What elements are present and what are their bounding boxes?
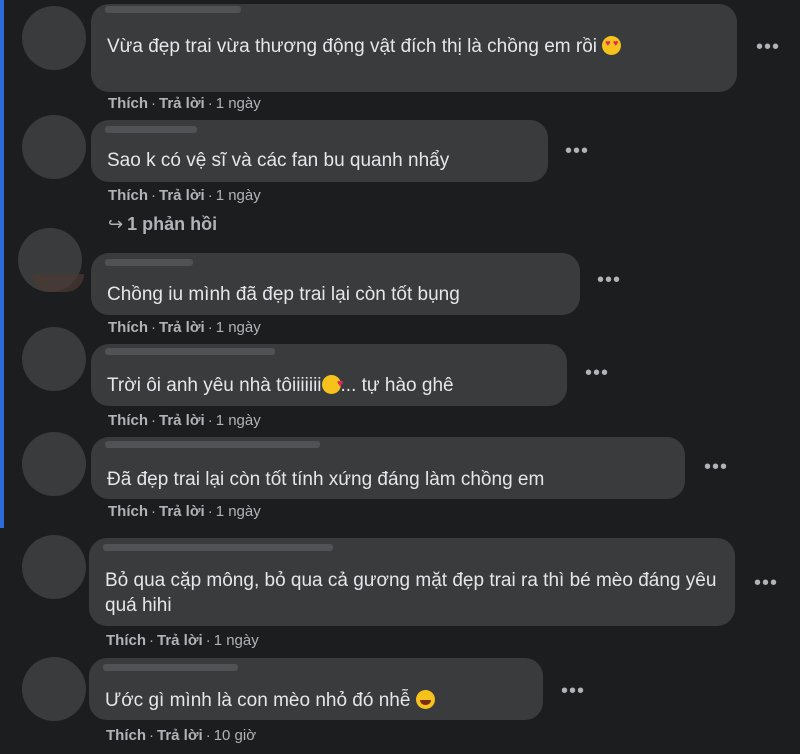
like-link[interactable]: Thích: [108, 95, 148, 112]
like-link[interactable]: Thích: [106, 632, 146, 649]
timestamp[interactable]: 1 ngày: [216, 412, 261, 429]
reply-link[interactable]: Trả lời: [159, 412, 205, 429]
author-name-redacted[interactable]: [105, 6, 241, 13]
comment-text: Chồng iu mình đã đẹp trai lại còn tốt bụ…: [107, 284, 460, 305]
more-options-icon[interactable]: •••: [597, 270, 621, 290]
timestamp[interactable]: 1 ngày: [216, 319, 261, 336]
like-link[interactable]: Thích: [108, 503, 148, 520]
author-name-redacted[interactable]: [105, 126, 197, 133]
avatar[interactable]: [22, 6, 86, 70]
comment-actions: Thích · Trả lời · 1 ngày: [108, 187, 261, 204]
comment-text: Bỏ qua cặp mông, bỏ qua cả gương mặt đẹp…: [105, 570, 717, 616]
comment-text-block: Vừa đẹp trai vừa thương động vật đích th…: [107, 34, 727, 59]
reply-link[interactable]: Trả lời: [159, 95, 205, 112]
comment-text-block: Đã đẹp trai lại còn tốt tính xứng đáng l…: [107, 467, 675, 492]
more-options-icon[interactable]: •••: [756, 37, 780, 57]
view-replies-link[interactable]: ↪ 1 phản hồi: [108, 214, 217, 235]
comment-actions: Thích · Trả lời · 1 ngày: [108, 319, 261, 336]
heart-eyes-emoji-icon: [602, 36, 622, 55]
author-name-redacted[interactable]: [105, 259, 193, 266]
rolling-laughing-emoji-icon: [415, 690, 435, 709]
reply-link[interactable]: Trả lời: [159, 187, 205, 204]
comment-actions: Thích · Trả lời · 10 giờ: [106, 727, 257, 744]
more-options-icon[interactable]: •••: [565, 141, 589, 161]
comment-bubble: Vừa đẹp trai vừa thương động vật đích th…: [91, 4, 737, 92]
comment-actions: Thích · Trả lời · 1 ngày: [106, 632, 259, 649]
smiling-hearts-emoji-icon: [321, 372, 344, 397]
comment-text-suffix: ... tự hào ghê: [340, 375, 454, 396]
reply-link[interactable]: Trả lời: [159, 319, 205, 336]
comment-text: Sao k có vệ sĩ và các fan bu quanh nhẩy: [107, 150, 450, 171]
comment-text-block: Ước gì mình là con mèo nhỏ đó nhễ: [105, 688, 533, 713]
more-options-icon[interactable]: •••: [754, 573, 778, 593]
timestamp[interactable]: 1 ngày: [214, 632, 259, 649]
more-options-icon[interactable]: •••: [561, 681, 585, 701]
timestamp[interactable]: 1 ngày: [216, 95, 261, 112]
replies-count-label[interactable]: 1 phản hồi: [127, 214, 217, 234]
comment-bubble: Chồng iu mình đã đẹp trai lại còn tốt bụ…: [91, 253, 580, 315]
reply-arrow-icon: ↪: [108, 214, 124, 234]
comment-bubble: Đã đẹp trai lại còn tốt tính xứng đáng l…: [91, 437, 685, 499]
comment-text-block: Trời ôi anh yêu nhà tôiiiiiii ... tự hào …: [107, 372, 557, 398]
avatar[interactable]: [22, 115, 86, 179]
author-name-redacted[interactable]: [103, 544, 333, 551]
author-name-redacted[interactable]: [105, 348, 275, 355]
author-name-redacted[interactable]: [103, 664, 238, 671]
avatar[interactable]: [18, 228, 84, 292]
comment-bubble: Ước gì mình là con mèo nhỏ đó nhễ: [89, 658, 543, 720]
comment-bubble: Trời ôi anh yêu nhà tôiiiiiii ... tự hào …: [91, 344, 567, 406]
comment-text-block: Chồng iu mình đã đẹp trai lại còn tốt bụ…: [107, 282, 570, 307]
comment-text: Đã đẹp trai lại còn tốt tính xứng đáng l…: [107, 469, 545, 490]
selection-edge: [0, 0, 4, 528]
comment-text: Vừa đẹp trai vừa thương động vật đích th…: [107, 36, 598, 57]
avatar[interactable]: [22, 535, 86, 599]
like-link[interactable]: Thích: [108, 187, 148, 204]
comment-bubble: Bỏ qua cặp mông, bỏ qua cả gương mặt đẹp…: [89, 538, 735, 626]
avatar[interactable]: [22, 327, 86, 391]
comment-text-block: Bỏ qua cặp mông, bỏ qua cả gương mặt đẹp…: [105, 568, 725, 618]
comment-text: Ước gì mình là con mèo nhỏ đó nhễ: [105, 690, 411, 711]
reply-link[interactable]: Trả lời: [159, 503, 205, 520]
comment-actions: Thích · Trả lời · 1 ngày: [108, 95, 261, 112]
comment-bubble: Sao k có vệ sĩ và các fan bu quanh nhẩy: [91, 120, 548, 182]
reply-link[interactable]: Trả lời: [157, 632, 203, 649]
comment-text-block: Sao k có vệ sĩ và các fan bu quanh nhẩy: [107, 148, 538, 173]
like-link[interactable]: Thích: [106, 727, 146, 744]
timestamp[interactable]: 1 ngày: [216, 187, 261, 204]
more-options-icon[interactable]: •••: [585, 363, 609, 383]
reply-link[interactable]: Trả lời: [157, 727, 203, 744]
comment-actions: Thích · Trả lời · 1 ngày: [108, 503, 261, 520]
like-link[interactable]: Thích: [108, 412, 148, 429]
comment-text: Trời ôi anh yêu nhà tôiiiiiii: [107, 375, 322, 396]
more-options-icon[interactable]: •••: [704, 457, 728, 477]
timestamp[interactable]: 10 giờ: [214, 727, 256, 744]
avatar[interactable]: [22, 657, 86, 721]
avatar[interactable]: [22, 432, 86, 496]
comment-actions: Thích · Trả lời · 1 ngày: [108, 412, 261, 429]
timestamp[interactable]: 1 ngày: [216, 503, 261, 520]
like-link[interactable]: Thích: [108, 319, 148, 336]
author-name-redacted[interactable]: [105, 441, 320, 448]
